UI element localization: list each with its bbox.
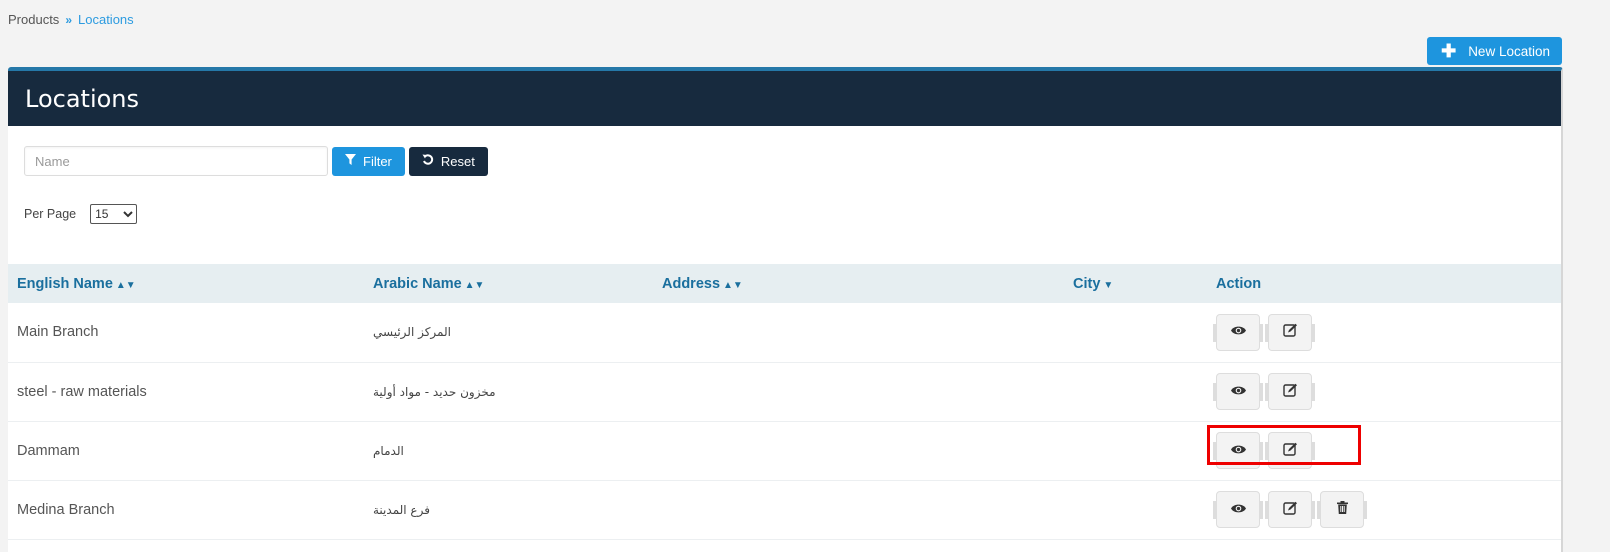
eye-icon <box>1230 502 1246 518</box>
eye-icon <box>1230 384 1246 400</box>
per-page-select[interactable]: 15 <box>90 204 138 224</box>
locations-table: English Name ▲▼ Arabic Name ▲▼ Address ▲▼ C… <box>8 264 1561 540</box>
cell-arabic-name: مخزون حديد - مواد أولية <box>373 384 496 399</box>
locations-panel: Locations Filter Reset Per Page 15 Engli… <box>8 67 1563 552</box>
undo-icon <box>422 153 434 169</box>
funnel-icon <box>345 154 356 168</box>
trash-icon <box>1336 501 1348 518</box>
cell-english-name: Main Branch <box>17 324 99 341</box>
edit-icon <box>1282 383 1298 401</box>
delete-button[interactable] <box>1317 491 1367 528</box>
plus-icon: ✚ <box>1441 41 1457 61</box>
column-english-name[interactable]: English Name ▲▼ <box>8 264 364 303</box>
cell-actions <box>1207 421 1561 480</box>
edit-button[interactable] <box>1265 491 1315 528</box>
per-page-control: Per Page 15 <box>24 204 138 224</box>
reset-button[interactable]: Reset <box>408 146 488 176</box>
table-row: Main Branch المركز الرئيسي <box>8 303 1561 362</box>
sort-both-icon: ▲▼ <box>464 279 485 291</box>
row-actions <box>1213 432 1561 469</box>
reset-label: Reset <box>440 153 475 169</box>
name-filter-input[interactable] <box>24 146 328 176</box>
column-arabic-name[interactable]: Arabic Name ▲▼ <box>364 264 653 303</box>
cell-actions <box>1207 362 1561 421</box>
view-button[interactable] <box>1213 313 1263 351</box>
eye-icon <box>1230 443 1246 459</box>
cell-city <box>1064 362 1207 421</box>
cell-arabic-name: الدمام <box>373 443 404 458</box>
cell-city <box>1064 303 1207 362</box>
view-button[interactable] <box>1213 373 1263 410</box>
panel-title: Locations <box>8 71 1561 126</box>
breadcrumb: Products » Locations <box>8 12 134 27</box>
table-row: steel - raw materials مخزون حديد - مواد أ… <box>8 362 1561 421</box>
cell-actions <box>1207 480 1561 539</box>
sort-both-icon: ▲▼ <box>115 279 136 291</box>
cell-address <box>653 480 1064 539</box>
table-row: Dammam الدمام <box>8 421 1561 480</box>
breadcrumb-products[interactable]: Products <box>8 12 59 27</box>
cell-english-name: Medina Branch <box>17 501 115 518</box>
cell-address <box>653 362 1064 421</box>
cell-address <box>653 303 1064 362</box>
cell-city <box>1064 480 1207 539</box>
row-actions <box>1213 373 1561 410</box>
edit-icon <box>1282 323 1298 341</box>
filter-label: Filter <box>363 153 392 169</box>
row-actions <box>1213 313 1561 351</box>
edit-icon <box>1282 442 1298 460</box>
edit-button[interactable] <box>1265 373 1315 410</box>
column-action: Action <box>1216 275 1262 292</box>
table-header-row: English Name ▲▼ Arabic Name ▲▼ Address ▲▼ C… <box>8 264 1561 303</box>
filter-button[interactable]: Filter <box>332 146 405 176</box>
new-location-button[interactable]: ✚ New Location <box>1427 37 1562 65</box>
cell-actions <box>1207 303 1561 362</box>
cell-english-name: Dammam <box>17 442 80 459</box>
view-button[interactable] <box>1213 432 1263 469</box>
edit-button[interactable] <box>1265 432 1315 469</box>
column-city[interactable]: City ▼ <box>1064 264 1207 303</box>
cell-address <box>653 421 1064 480</box>
table-row: Medina Branch فرع المدينة <box>8 480 1561 539</box>
edit-button[interactable] <box>1265 313 1315 351</box>
new-location-label: New Location <box>1468 43 1550 59</box>
sort-both-icon: ▲▼ <box>723 279 743 291</box>
column-address[interactable]: Address ▲▼ <box>653 264 1064 303</box>
edit-icon <box>1282 501 1298 519</box>
breadcrumb-locations[interactable]: Locations <box>78 12 134 27</box>
sort-desc-icon: ▼ <box>1103 279 1114 291</box>
cell-arabic-name: فرع المدينة <box>373 502 430 517</box>
row-actions <box>1213 491 1561 528</box>
cell-english-name: steel - raw materials <box>17 383 147 400</box>
per-page-label: Per Page <box>24 207 77 221</box>
eye-icon <box>1230 324 1246 340</box>
filter-bar: Filter Reset <box>24 146 488 176</box>
cell-arabic-name: المركز الرئيسي <box>373 325 451 340</box>
breadcrumb-separator-icon: » <box>65 12 72 27</box>
view-button[interactable] <box>1213 491 1263 528</box>
cell-city <box>1064 421 1207 480</box>
